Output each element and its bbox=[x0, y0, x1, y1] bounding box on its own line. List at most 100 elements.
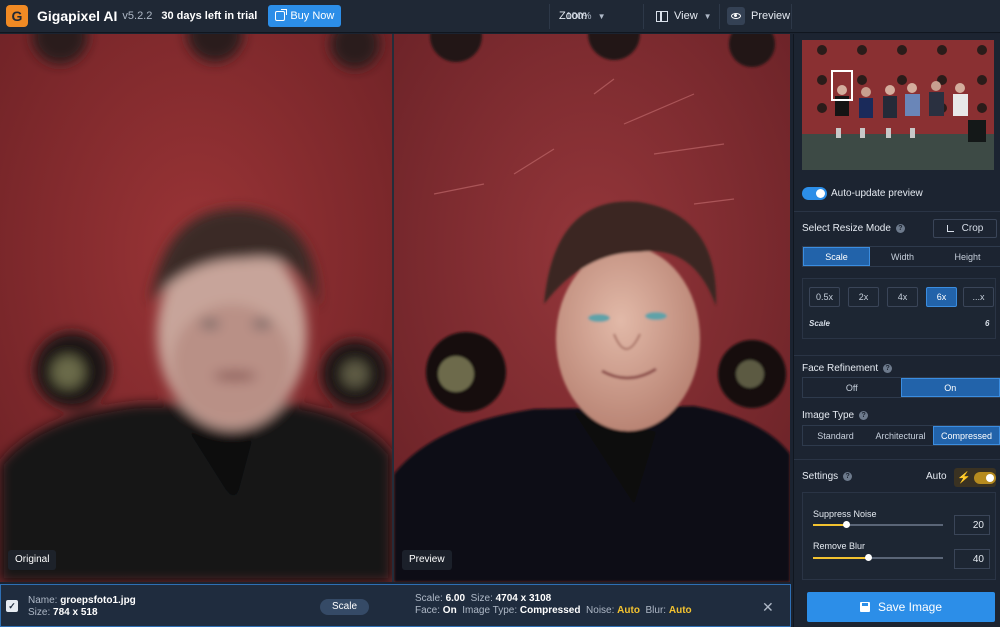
name-key: Name: bbox=[28, 595, 58, 606]
slider-handle[interactable] bbox=[843, 521, 850, 528]
crop-label: Crop bbox=[961, 223, 984, 234]
navigator-viewport-box[interactable] bbox=[831, 70, 853, 101]
settings-title: Settings? bbox=[802, 471, 853, 482]
face-refinement-off[interactable]: Off bbox=[803, 378, 901, 397]
image-type-title: Image Type? bbox=[802, 410, 869, 421]
navigator-thumbnail[interactable] bbox=[802, 40, 994, 170]
help-icon[interactable]: ? bbox=[883, 364, 893, 373]
image-type-architectural[interactable]: Architectural bbox=[868, 426, 933, 445]
blur-value: Auto bbox=[668, 605, 692, 616]
help-icon[interactable]: ? bbox=[895, 224, 905, 233]
toolbar-divider bbox=[549, 4, 550, 29]
original-photo bbox=[0, 34, 392, 582]
size-key: Size: bbox=[28, 607, 51, 618]
scale-value: 6.00 bbox=[445, 593, 466, 604]
save-disk-icon bbox=[859, 602, 870, 612]
suppress-noise-slider[interactable] bbox=[813, 521, 943, 528]
face-value: On bbox=[442, 605, 457, 616]
gigapixel-window: G Gigapixel AI v5.2.2 30 days left in tr… bbox=[0, 0, 1000, 627]
external-link-icon bbox=[275, 9, 288, 21]
file-info: Name: groepsfoto1.jpg Size: 784 x 518 bbox=[28, 595, 136, 619]
remove-blur-slider[interactable] bbox=[813, 554, 943, 561]
slider-handle[interactable] bbox=[865, 554, 872, 561]
view-label: View bbox=[674, 10, 698, 22]
chevron-down-icon: ▼ bbox=[597, 11, 606, 21]
scale-option-4x[interactable]: 4x bbox=[887, 287, 918, 307]
lightning-icon: ⚡ bbox=[957, 472, 971, 484]
save-image-button[interactable]: Save Image bbox=[807, 592, 995, 622]
image-type-standard[interactable]: Standard bbox=[803, 426, 868, 445]
auto-update-label: Auto-update preview bbox=[831, 188, 923, 199]
scale-option-custom[interactable]: ...x bbox=[963, 287, 994, 307]
right-sidebar: Auto-update preview Select Resize Mode? … bbox=[793, 34, 1000, 627]
image-type-compressed[interactable]: Compressed bbox=[933, 426, 1000, 445]
save-image-label: Save Image bbox=[877, 600, 943, 614]
image-queue-row[interactable]: ✓ Name: groepsfoto1.jpg Size: 784 x 518 … bbox=[0, 584, 791, 627]
suppress-noise-label: Suppress Noise bbox=[813, 509, 877, 519]
zoom-dropdown[interactable]: Zoom 100% ▼ bbox=[551, 5, 638, 27]
auto-update-toggle[interactable] bbox=[802, 187, 827, 200]
gigapixel-logo-icon: G bbox=[6, 5, 28, 27]
buy-now-label: Buy Now bbox=[290, 10, 335, 22]
noise-value: Auto bbox=[617, 605, 640, 616]
scale-footer-label: Scale bbox=[809, 319, 830, 328]
scale-option-6x[interactable]: 6x bbox=[926, 287, 957, 307]
file-name: groepsfoto1.jpg bbox=[60, 595, 136, 606]
resize-mode-segmented: Scale Width Height bbox=[802, 246, 1000, 267]
trial-status: 30 days left in trial bbox=[161, 10, 258, 22]
scale-option-2x[interactable]: 2x bbox=[848, 287, 879, 307]
preview-button[interactable]: Preview bbox=[727, 5, 790, 27]
app-version: v5.2.2 bbox=[122, 10, 153, 22]
scale-key: Scale: bbox=[415, 593, 443, 604]
eye-icon bbox=[727, 7, 745, 25]
image-type-key: Image Type: bbox=[462, 605, 518, 616]
close-icon[interactable]: ✕ bbox=[762, 599, 774, 616]
output-size-key: Size: bbox=[470, 593, 493, 604]
image-type-value: Compressed bbox=[519, 605, 581, 616]
resize-mode-title: Select Resize Mode? bbox=[802, 223, 905, 234]
help-icon[interactable]: ? bbox=[859, 411, 869, 420]
suppress-noise-input[interactable]: 20 bbox=[954, 515, 990, 535]
app-title: Gigapixel AI bbox=[37, 8, 118, 24]
face-refinement-on[interactable]: On bbox=[900, 378, 1000, 397]
preview-label: Preview bbox=[751, 10, 791, 22]
auto-settings-toggle[interactable]: ⚡ bbox=[954, 468, 996, 487]
split-view-icon bbox=[656, 10, 668, 22]
original-label: Original bbox=[8, 550, 57, 570]
section-divider bbox=[794, 211, 1000, 212]
mode-pill: Scale bbox=[320, 599, 369, 615]
preview-image-label: Preview bbox=[402, 550, 452, 570]
output-info: Scale: 6.00 Size: 4704 x 3108 Face: On I… bbox=[415, 593, 692, 617]
noise-key: Noise: bbox=[586, 605, 615, 616]
remove-blur-input[interactable]: 40 bbox=[954, 549, 990, 569]
remove-blur-label: Remove Blur bbox=[813, 541, 866, 551]
face-key: Face: bbox=[415, 605, 441, 616]
resize-mode-width[interactable]: Width bbox=[870, 247, 935, 266]
preview-image-panel[interactable]: Preview bbox=[394, 34, 790, 582]
crop-button[interactable]: Crop bbox=[933, 219, 997, 238]
original-image-panel[interactable]: Original bbox=[0, 34, 392, 582]
zoom-label: Zoom bbox=[559, 10, 588, 22]
scale-option-0-5x[interactable]: 0.5x bbox=[809, 287, 840, 307]
section-divider bbox=[794, 459, 1000, 460]
crop-icon bbox=[946, 225, 954, 232]
navigator-photo bbox=[802, 40, 994, 170]
file-size: 784 x 518 bbox=[53, 607, 98, 618]
chevron-down-icon: ▼ bbox=[703, 11, 712, 21]
scale-options-panel: 0.5x 2x 4x 6x ...x Scale 6 bbox=[802, 278, 996, 339]
settings-panel: Suppress Noise 20 Remove Blur 40 bbox=[802, 492, 996, 580]
blur-key: Blur: bbox=[645, 605, 667, 616]
preview-photo bbox=[394, 34, 790, 582]
resize-mode-height[interactable]: Height bbox=[935, 247, 1000, 266]
section-divider bbox=[794, 355, 1000, 356]
image-select-checkbox[interactable]: ✓ bbox=[6, 600, 18, 612]
help-icon[interactable]: ? bbox=[843, 472, 853, 481]
buy-now-button[interactable]: Buy Now bbox=[268, 5, 342, 27]
toolbar-divider bbox=[719, 4, 720, 29]
toolbar-divider bbox=[643, 4, 644, 29]
top-bar: G Gigapixel AI v5.2.2 30 days left in tr… bbox=[0, 0, 1000, 33]
toolbar-divider bbox=[791, 4, 792, 29]
auto-settings-label: Auto bbox=[926, 471, 947, 482]
view-dropdown[interactable]: View ▼ bbox=[656, 5, 712, 27]
resize-mode-scale[interactable]: Scale bbox=[803, 247, 870, 266]
